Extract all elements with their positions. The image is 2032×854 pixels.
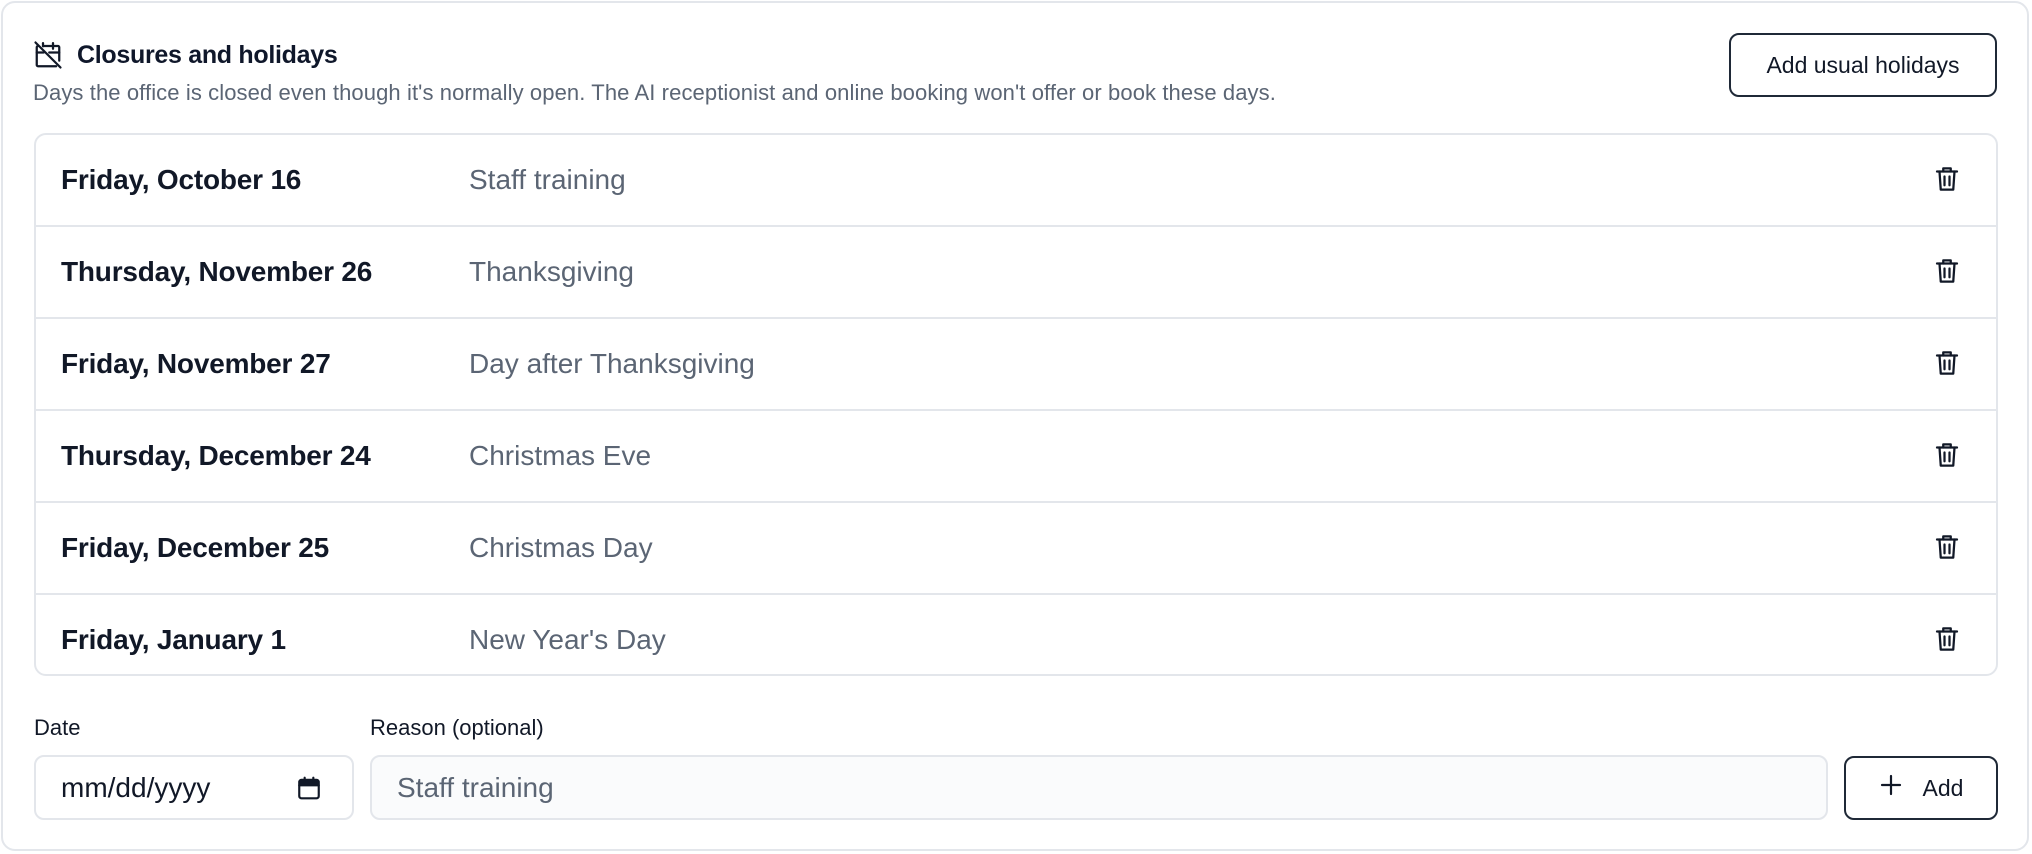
closure-reason: Thanksgiving [469, 256, 634, 287]
date-label: Date [34, 715, 81, 740]
closure-reason: Christmas Eve [469, 440, 652, 471]
add-closure-button[interactable]: Add [1844, 756, 1998, 820]
section-header: Closures and holidays Days the office is… [33, 36, 1993, 116]
date-input-placeholder: mm/dd/yyyy [61, 771, 211, 803]
calendar-off-icon [33, 40, 63, 70]
closure-reason: Christmas Day [469, 532, 653, 563]
trash-icon [1932, 624, 1962, 657]
closure-date: Friday, December 25 [61, 532, 330, 563]
closure-reason: Day after Thanksgiving [469, 348, 755, 379]
section-subtitle: Days the office is closed even though it… [33, 80, 1276, 105]
delete-closure-button[interactable] [1929, 254, 1965, 290]
closure-date: Friday, November 27 [61, 348, 331, 379]
list-item: Friday, October 16 Staff training [36, 135, 1996, 227]
trash-icon [1932, 256, 1962, 289]
delete-closure-button[interactable] [1929, 346, 1965, 382]
title-row: Closures and holidays [33, 36, 1993, 74]
trash-icon [1932, 164, 1962, 197]
closures-list: Friday, October 16 Staff training Thursd… [34, 133, 1998, 676]
plus-icon [1879, 773, 1903, 803]
closure-date: Friday, October 16 [61, 164, 302, 195]
calendar-icon[interactable] [296, 775, 322, 801]
closure-reason: New Year's Day [469, 624, 666, 655]
closure-reason: Staff training [469, 164, 626, 195]
trash-icon [1932, 532, 1962, 565]
delete-closure-button[interactable] [1929, 622, 1965, 658]
trash-icon [1932, 348, 1962, 381]
add-button-label: Add [1922, 774, 1964, 801]
list-item: Thursday, December 24 Christmas Eve [36, 411, 1996, 503]
section-title: Closures and holidays [77, 40, 338, 69]
list-item: Friday, January 1 New Year's Day [36, 595, 1996, 674]
closure-date: Thursday, November 26 [61, 256, 373, 287]
list-item: Friday, December 25 Christmas Day [36, 503, 1996, 595]
delete-closure-button[interactable] [1929, 438, 1965, 474]
reason-label: Reason (optional) [370, 715, 544, 740]
trash-icon [1932, 440, 1962, 473]
list-item: Thursday, November 26 Thanksgiving [36, 227, 1996, 319]
add-usual-holidays-button[interactable]: Add usual holidays [1729, 33, 1997, 97]
delete-closure-button[interactable] [1929, 530, 1965, 566]
closure-date: Friday, January 1 [61, 624, 286, 655]
closure-date: Thursday, December 24 [61, 440, 371, 471]
list-item: Friday, November 27 Day after Thanksgivi… [36, 319, 1996, 411]
reason-input[interactable] [370, 755, 1828, 820]
delete-closure-button[interactable] [1929, 162, 1965, 198]
date-input[interactable]: mm/dd/yyyy [34, 755, 354, 820]
